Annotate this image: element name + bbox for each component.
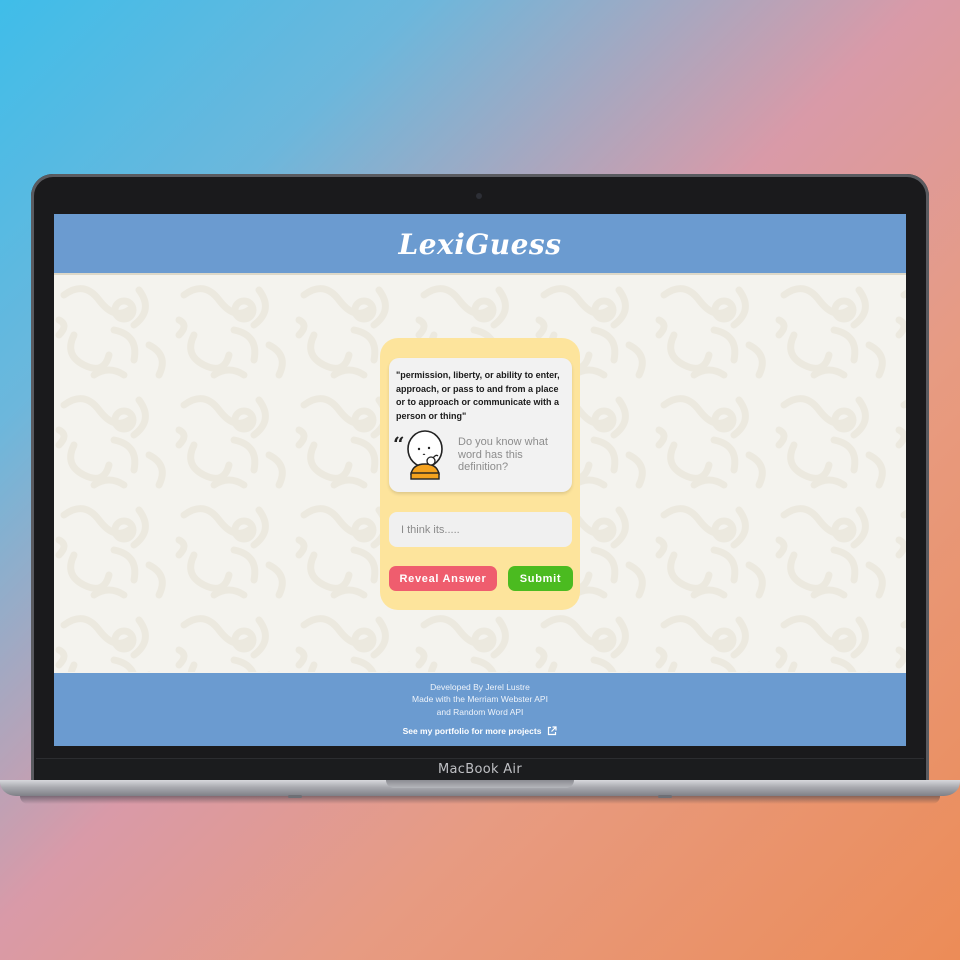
thinking-mascot-icon [407,430,443,480]
app-footer: Developed By Jerel Lustre Made with the … [54,673,906,746]
submit-button[interactable]: Submit [508,566,573,591]
quiz-card: "permission, liberty, or ability to ente… [380,338,580,610]
laptop-foot [658,795,672,798]
portfolio-link-label: See my portfolio for more projects [402,726,542,736]
footer-credits: Developed By Jerel Lustre Made with the … [54,681,906,718]
prompt-text: Do you know what word has this definitio… [458,436,548,473]
reveal-answer-button[interactable]: Reveal Answer [389,566,497,591]
laptop-shadow [20,796,940,804]
app-header: LexiGuess [54,214,906,275]
guess-input[interactable] [389,512,572,547]
quote-icon: “ [393,432,405,456]
browser-screen: LexiGuess "permission, liberty, or abili… [54,214,906,746]
footer-line: and Random Word API [436,706,524,717]
definition-text: "permission, liberty, or ability to ente… [396,370,560,421]
footer-line: Made with the Merriam Webster API [412,694,548,705]
external-link-icon [548,726,558,736]
portfolio-link[interactable]: See my portfolio for more projects [54,726,906,736]
app-main: "permission, liberty, or ability to ente… [54,275,906,672]
app-logo: LexiGuess [398,228,562,261]
webcam [476,193,482,199]
definition-panel: "permission, liberty, or ability to ente… [389,358,572,492]
laptop-notch [386,780,574,788]
laptop-foot [288,795,302,798]
footer-line: Developed By Jerel Lustre [430,682,530,692]
device-label: MacBook Air [438,762,522,777]
